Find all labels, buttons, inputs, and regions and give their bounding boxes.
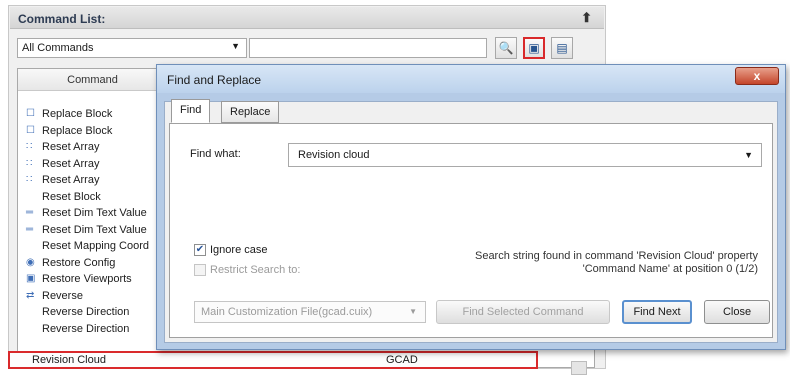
command-filter-value: All Commands [22,42,94,54]
list-item-label: Reset Array [42,174,100,186]
find-replace-dialog: Find and Replace x Find Replace Find wha… [156,64,786,350]
revision-cloud-label: Revision Cloud [32,354,106,366]
close-button[interactable]: Close [704,300,770,324]
magnifier-icon: 🔍 [498,41,514,55]
viewport-icon: ▣ [26,273,36,284]
list-item-label: Restore Viewports [42,273,132,285]
restrict-search-option[interactable]: Restrict Search to: [194,264,300,276]
dropdown-arrow-icon: ▼ [409,307,417,316]
list-item-label: Reset Array [42,157,100,170]
restrict-search-label: Restrict Search to: [210,264,301,276]
list-item-label: Replace Block [42,108,113,120]
list-item[interactable]: ∷ Reset Array [18,172,168,189]
find-what-label: Find what: [190,148,241,160]
list-item-label: Restore Config [42,256,116,269]
array-icon: ∷ [26,141,33,152]
dropdown-arrow-icon: ▼ [231,41,240,51]
list-item[interactable]: ∷ Reset Array [18,156,168,173]
search-status-text: Search string found in command 'Revision… [398,250,758,276]
list-item[interactable]: Reverse Direction [18,321,168,338]
scrollbar[interactable] [571,361,587,375]
list-item-label: Reset Block [42,190,101,203]
reverse-icon: ⇄ [26,289,35,301]
status-line-2: 'Command Name' at position 0 (1/2) [582,263,758,275]
dropdown-arrow-icon[interactable]: ▼ [744,150,753,160]
list-item[interactable]: ⇄ Reverse [18,288,168,305]
array-icon: ∷ [26,157,33,169]
list-item-label: Reverse [42,289,83,302]
dialog-body: Find Replace Find what: Revision cloud ▼… [164,99,778,343]
collapse-chevron-icon[interactable]: ⬆ [581,10,592,26]
command-search-input[interactable] [249,38,487,58]
dialog-title: Find and Replace [167,73,262,87]
find-what-value: Revision cloud [298,149,370,161]
restrict-search-checkbox[interactable] [194,264,206,276]
dim-icon: ═ [26,207,34,218]
properties-button[interactable]: ▤ [551,37,573,59]
list-item-label: Replace Block [42,124,113,137]
status-line-1: Search string found in command 'Revision… [474,250,758,262]
close-icon[interactable]: x [735,67,779,85]
dim-icon: ═ [26,223,34,235]
dialog-titlebar[interactable]: Find and Replace x [157,65,785,93]
find-tab-page: Find what: Revision cloud ▼ ✔ Ignore cas… [169,123,773,338]
properties-icon: ▤ [556,41,568,55]
revision-cloud-group: GCAD [386,354,418,366]
list-item[interactable]: ☐ Replace Block [18,106,168,123]
list-item-label: Reset Dim Text Value [42,207,147,219]
list-item[interactable]: ▣ Restore Viewports [18,271,168,288]
block-icon: ☐ [26,108,35,119]
revision-cloud-row[interactable]: Revision Cloud GCAD [8,351,538,369]
list-item-label: Reset Mapping Coord [42,240,150,252]
find-selected-command-button[interactable]: Find Selected Command [436,300,610,324]
list-item-label: Reverse Direction [42,306,130,318]
list-item[interactable]: ☐ Replace Block [18,123,168,140]
find-what-combobox[interactable]: Revision cloud ▼ [288,143,762,167]
list-item[interactable]: ═ Reset Dim Text Value [18,222,168,239]
command-items: ☐ Replace Block ☐ Replace Block ∷ Reset Array… [18,106,168,337]
ignore-case-option[interactable]: ✔ Ignore case [194,244,267,256]
customization-file-value: Main Customization File(gcad.cuix) [201,306,373,318]
list-item[interactable]: ∷ Reset Array [18,139,168,156]
ignore-case-checkbox[interactable]: ✔ [194,244,206,256]
list-item[interactable]: Reset Mapping Coord [18,238,168,255]
column-header-command[interactable]: Command [18,69,168,91]
block-icon: ☐ [26,124,35,136]
command-filter-dropdown[interactable]: All Commands ▼ [17,38,247,58]
list-item-label: Reset Array [42,141,100,153]
tab-replace[interactable]: Replace [221,101,280,123]
command-list-header: Command List: ⬆ [10,7,604,29]
find-replace-icon: ▣ [528,41,540,55]
list-item[interactable]: Reverse Direction [18,304,168,321]
search-button[interactable]: 🔍 [495,37,517,59]
list-item[interactable]: ═ Reset Dim Text Value [18,205,168,222]
customization-file-dropdown[interactable]: Main Customization File(gcad.cuix) ▼ [194,301,426,323]
list-item-label: Reset Dim Text Value [42,223,147,236]
ignore-case-label: Ignore case [210,244,268,256]
list-item-label: Reverse Direction [42,322,130,335]
config-icon: ◉ [26,256,35,268]
find-replace-button[interactable]: ▣ [523,37,545,59]
list-item[interactable]: ◉ Restore Config [18,255,168,272]
command-list-title: Command List: [18,12,106,26]
find-next-button[interactable]: Find Next [622,300,692,324]
array-icon: ∷ [26,174,33,185]
list-item[interactable]: Reset Block [18,189,168,206]
tab-find[interactable]: Find [171,99,211,123]
